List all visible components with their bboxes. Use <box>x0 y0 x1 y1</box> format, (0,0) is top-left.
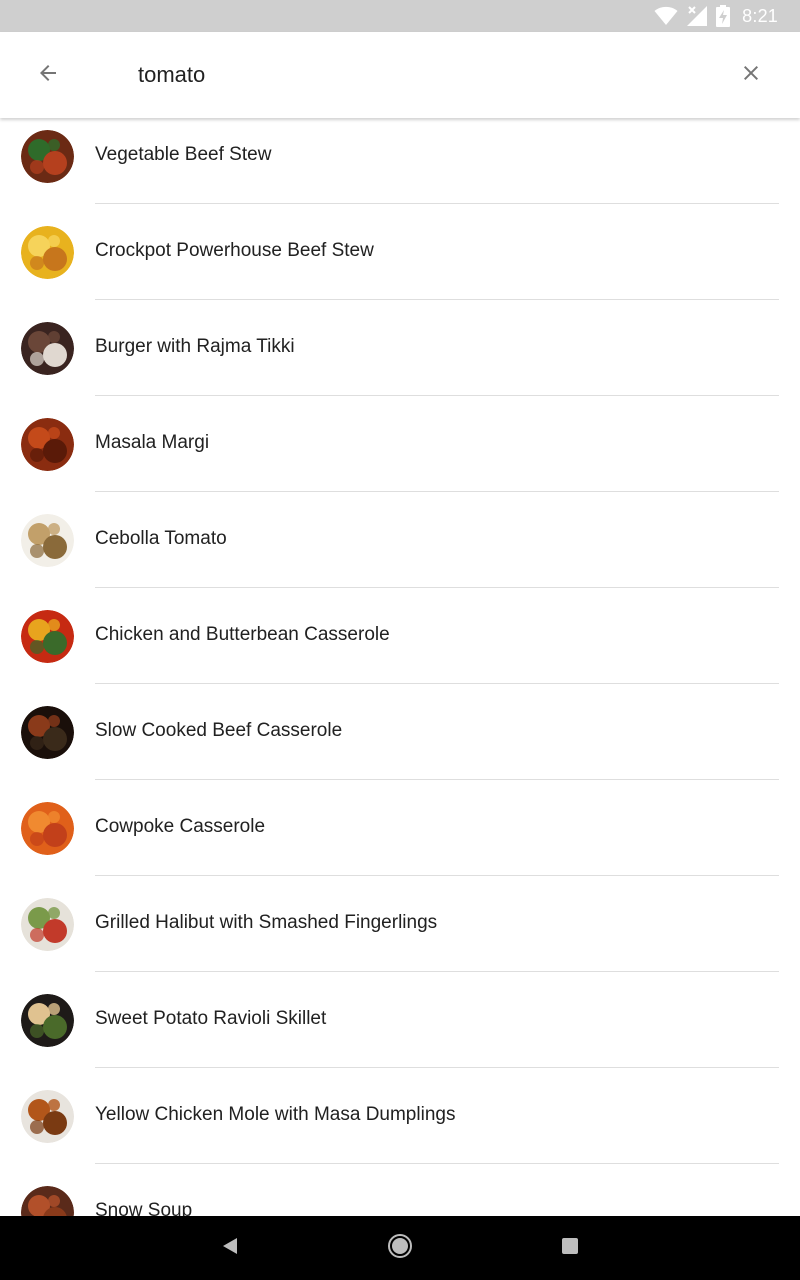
result-item[interactable]: Sweet Potato Ravioli Skillet <box>0 982 800 1078</box>
recipe-thumbnail <box>21 706 74 759</box>
nav-home-icon <box>387 1233 413 1264</box>
arrow-back-icon <box>36 61 60 90</box>
recipe-thumbnail <box>21 802 74 855</box>
recipe-thumbnail <box>21 130 74 183</box>
result-title: Chicken and Butterbean Casserole <box>95 624 390 645</box>
recipe-thumbnail <box>21 898 74 951</box>
nav-back-button[interactable] <box>210 1228 250 1268</box>
search-results-list: Vegetable Beef Stew Crockpot Powerhouse B… <box>0 118 800 1216</box>
search-app-bar <box>0 32 800 118</box>
result-title: Crockpot Powerhouse Beef Stew <box>95 240 374 261</box>
recipe-thumbnail <box>21 1090 74 1143</box>
result-item[interactable]: Cebolla Tomato <box>0 502 800 598</box>
result-item[interactable]: Vegetable Beef Stew <box>0 118 800 214</box>
result-title: Cowpoke Casserole <box>95 816 266 837</box>
result-item[interactable]: Chicken and Butterbean Casserole <box>0 598 800 694</box>
status-time: 8:21 <box>742 5 778 26</box>
result-item[interactable]: Slow Cooked Beef Casserole <box>0 694 800 790</box>
battery-charging-icon <box>716 5 731 27</box>
divider <box>95 491 779 492</box>
result-title: Burger with Rajma Tikki <box>95 336 295 357</box>
recipe-thumbnail <box>21 514 74 567</box>
nav-recents-button[interactable] <box>550 1228 590 1268</box>
recipe-thumbnail <box>21 418 74 471</box>
result-title: Vegetable Beef Stew <box>95 144 272 165</box>
divider <box>95 875 779 876</box>
result-title: Snow Soup <box>95 1200 193 1216</box>
back-button[interactable] <box>24 51 72 99</box>
result-item[interactable]: Snow Soup <box>0 1174 800 1216</box>
result-item[interactable]: Cowpoke Casserole <box>0 790 800 886</box>
divider <box>95 1067 779 1068</box>
result-title: Grilled Halibut with Smashed Fingerlings <box>95 912 438 933</box>
navigation-bar <box>0 1216 800 1280</box>
result-title: Masala Margi <box>95 432 210 453</box>
result-title: Cebolla Tomato <box>95 528 227 549</box>
divider <box>95 203 779 204</box>
divider <box>95 683 779 684</box>
result-title: Slow Cooked Beef Casserole <box>95 720 343 741</box>
result-item[interactable]: Crockpot Powerhouse Beef Stew <box>0 214 800 310</box>
signal-no-data-icon <box>686 5 708 27</box>
divider <box>95 299 779 300</box>
search-input[interactable] <box>138 54 698 96</box>
result-item[interactable]: Yellow Chicken Mole with Masa Dumplings <box>0 1078 800 1174</box>
divider <box>95 971 779 972</box>
recipe-thumbnail <box>21 1186 74 1216</box>
result-item[interactable]: Burger with Rajma Tikki <box>0 310 800 406</box>
status-bar: 8:21 <box>0 0 800 32</box>
nav-home-button[interactable] <box>380 1228 420 1268</box>
divider <box>95 1163 779 1164</box>
screen: 8:21 Vegetable Beef Stew Crockpot Powerho… <box>0 0 800 1280</box>
result-item[interactable]: Grilled Halibut with Smashed Fingerlings <box>0 886 800 982</box>
recipe-thumbnail <box>21 610 74 663</box>
result-title: Sweet Potato Ravioli Skillet <box>95 1008 327 1029</box>
recipe-thumbnail <box>21 994 74 1047</box>
nav-recents-icon <box>561 1237 579 1260</box>
divider <box>95 395 779 396</box>
wifi-icon <box>654 6 678 26</box>
result-title: Yellow Chicken Mole with Masa Dumplings <box>95 1104 456 1125</box>
result-item[interactable]: Masala Margi <box>0 406 800 502</box>
clear-search-button[interactable] <box>727 51 775 99</box>
recipe-thumbnail <box>21 226 74 279</box>
divider <box>95 779 779 780</box>
divider <box>95 587 779 588</box>
nav-back-icon <box>220 1236 240 1261</box>
recipe-thumbnail <box>21 322 74 375</box>
close-icon <box>739 61 763 90</box>
